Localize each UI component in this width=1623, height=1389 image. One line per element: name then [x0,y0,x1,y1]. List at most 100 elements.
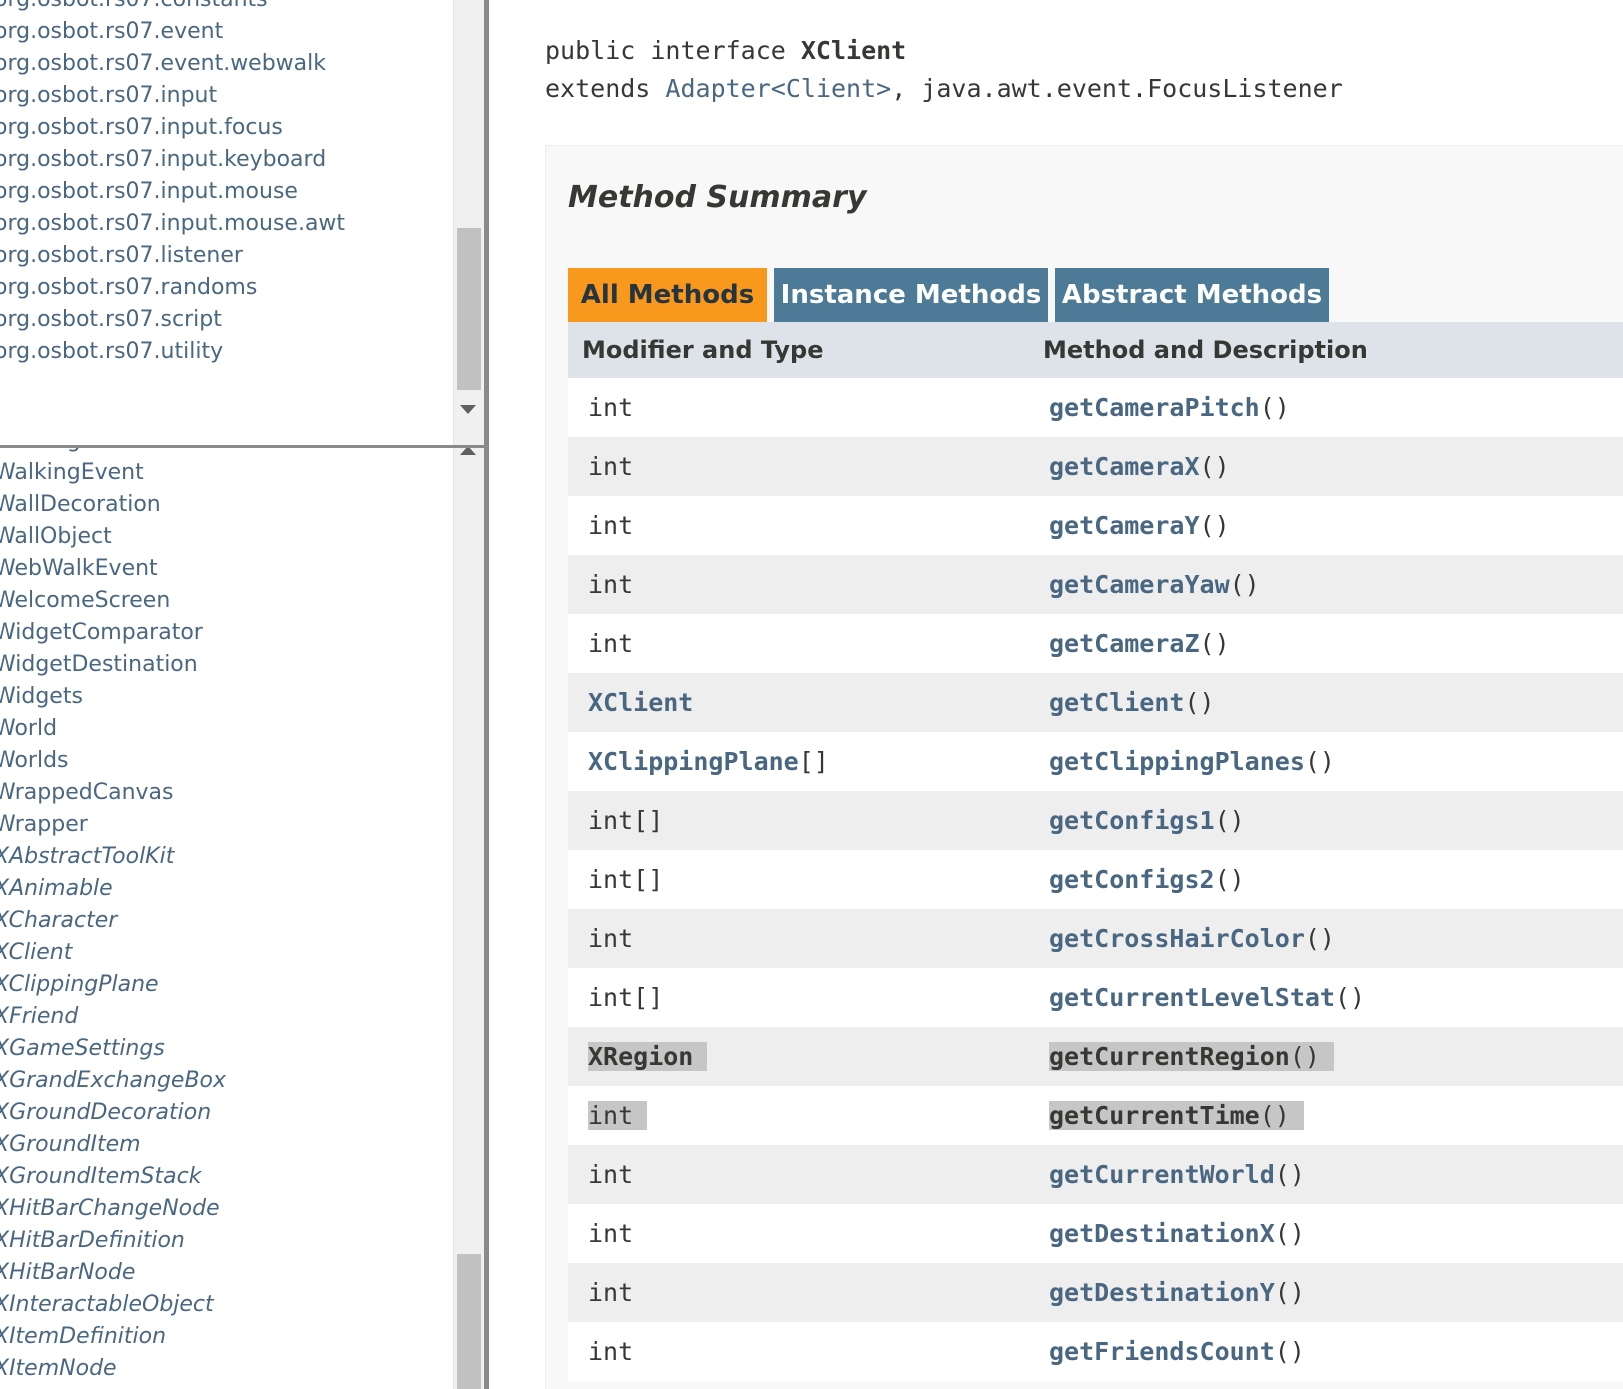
return-type: int [588,1160,634,1189]
method-parens: () [1199,452,1230,481]
class-link[interactable]: XGameSettings [0,1033,462,1065]
method-link[interactable]: getClient [1049,688,1184,717]
class-link[interactable]: XClippingPlane [0,969,462,1001]
package-link[interactable]: org.osbot.rs07.input.keyboard [0,144,462,176]
return-type-link[interactable]: XRegion [588,1042,693,1071]
method-link[interactable]: getCrossHairColor [1049,924,1305,953]
table-row: int getDestinationY() [568,1263,1623,1322]
class-link[interactable]: XGrandExchangeBox [0,1065,462,1097]
class-link[interactable]: Worlds [0,745,462,777]
return-type-cell: int [588,496,633,555]
method-cell: getCameraYaw() [1049,555,1260,614]
class-link[interactable]: XHitBarNode [0,1257,462,1289]
method-link[interactable]: getCurrentLevelStat [1049,983,1335,1012]
table-row: int getCameraPitch() [568,378,1623,437]
table-row: int[] getConfigs2() [568,850,1623,909]
return-type: int [588,924,634,953]
header-modifier-type: Modifier and Type [582,336,824,364]
method-parens: () [1259,393,1290,422]
method-parens: () [1214,865,1245,894]
class-link[interactable]: XAnimable [0,873,462,905]
method-link[interactable]: getCameraYaw [1049,570,1230,599]
package-link[interactable]: org.osbot.rs07.input [0,80,462,112]
class-link[interactable]: Widgets [0,681,462,713]
package-list-frame: org.osbot.rs07.constantsorg.osbot.rs07.e… [0,0,484,448]
class-link[interactable]: WelcomeScreen [0,585,462,617]
method-link[interactable]: getCurrentRegion [1049,1042,1290,1071]
method-link[interactable]: getDestinationY [1049,1278,1275,1307]
class-link[interactable]: Walking [0,448,462,457]
class-link[interactable]: WebWalkEvent [0,553,462,585]
method-link[interactable]: getCameraX [1049,452,1200,481]
class-link[interactable]: XGroundDecoration [0,1097,462,1129]
method-link[interactable]: getConfigs1 [1049,806,1215,835]
return-type-cell: int [588,1086,648,1145]
tab-instance-methods[interactable]: Instance Methods [774,268,1048,322]
method-link[interactable]: getCameraZ [1049,629,1200,658]
tab-abstract-methods[interactable]: Abstract Methods [1055,268,1329,322]
method-link[interactable]: getCameraPitch [1049,393,1260,422]
method-link[interactable]: getFriendsCount [1049,1337,1275,1366]
class-link[interactable]: XGroundItemStack [0,1161,462,1193]
method-link[interactable]: getCurrentWorld [1049,1160,1275,1189]
class-link[interactable]: XInteractableObject [0,1289,462,1321]
package-link[interactable]: org.osbot.rs07.event.webwalk [0,48,462,80]
package-scrollbar[interactable] [453,0,484,445]
class-link[interactable]: WalkingEvent [0,457,462,489]
package-link[interactable]: org.osbot.rs07.input.focus [0,112,462,144]
class-link[interactable]: XGroundItem [0,1129,462,1161]
class-scrollbar[interactable] [453,448,484,1389]
scroll-down-arrow-icon[interactable] [460,405,476,414]
table-row: XClippingPlane[] getClippingPlanes() [568,732,1623,791]
package-link[interactable]: org.osbot.rs07.utility [0,336,462,368]
return-type-cell: XRegion [588,1027,708,1086]
class-link[interactable]: XItemDefinition [0,1321,462,1353]
class-link[interactable]: XHitBarChangeNode [0,1193,462,1225]
class-link[interactable]: XHitBarDefinition [0,1225,462,1257]
class-link[interactable]: XCharacter [0,905,462,937]
class-link[interactable]: World [0,713,462,745]
declaration-prefix: public interface [545,36,801,65]
package-link[interactable]: org.osbot.rs07.input.mouse.awt [0,208,462,240]
return-type-cell: int [588,1322,633,1381]
class-link[interactable]: WidgetComparator [0,617,462,649]
package-link[interactable]: org.osbot.rs07.randoms [0,272,462,304]
class-link[interactable]: WallObject [0,521,462,553]
package-link[interactable]: org.osbot.rs07.listener [0,240,462,272]
method-link[interactable]: getClippingPlanes [1049,747,1305,776]
class-link[interactable]: WidgetDestination [0,649,462,681]
class-link[interactable]: XClient [0,937,462,969]
package-link[interactable]: org.osbot.rs07.event [0,16,462,48]
class-detail-frame: public interface XClient extends Adapter… [489,0,1623,1389]
return-type: int [588,1278,634,1307]
client-link[interactable]: Client [786,74,876,103]
method-link[interactable]: getCurrentTime [1049,1101,1260,1130]
return-type-link[interactable]: XClient [588,688,693,717]
array-suffix: [] [798,747,829,776]
return-type-link[interactable]: XClippingPlane [588,747,799,776]
method-parens: () [1274,1337,1305,1366]
class-link[interactable]: WallDecoration [0,489,462,521]
return-type-cell: XClient [588,673,693,732]
return-type: int [588,1219,634,1248]
package-link[interactable]: org.osbot.rs07.constants [0,0,462,16]
class-link[interactable]: XFriend [0,1001,462,1033]
class-link[interactable]: XItemNode [0,1353,462,1385]
table-row: int getCurrentWorld() [568,1145,1623,1204]
class-link[interactable]: Wrapper [0,809,462,841]
class-link[interactable]: XAbstractToolKit [0,841,462,873]
method-link[interactable]: getConfigs2 [1049,865,1215,894]
scroll-up-arrow-icon[interactable] [460,448,476,455]
class-link[interactable]: WrappedCanvas [0,777,462,809]
method-link[interactable]: getDestinationX [1049,1219,1275,1248]
class-scrollbar-thumb[interactable] [457,1254,481,1389]
package-link[interactable]: org.osbot.rs07.script [0,304,462,336]
adapter-link[interactable]: Adapter [665,74,770,103]
package-list: org.osbot.rs07.constantsorg.osbot.rs07.e… [0,0,462,368]
package-link[interactable]: org.osbot.rs07.input.mouse [0,176,462,208]
tab-all-methods[interactable]: All Methods [568,268,767,322]
package-scrollbar-thumb[interactable] [457,228,481,390]
table-row: int getCameraYaw() [568,555,1623,614]
class-list: WalkingWalkingEventWallDecorationWallObj… [0,448,462,1385]
method-link[interactable]: getCameraY [1049,511,1200,540]
